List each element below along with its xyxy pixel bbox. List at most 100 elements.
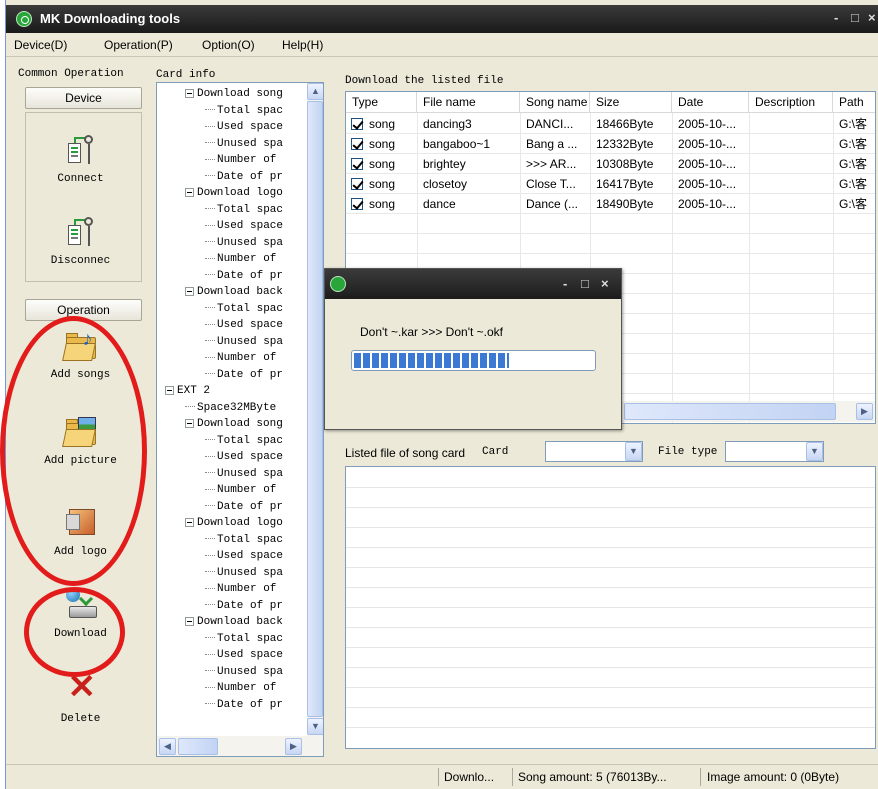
chevron-down-icon[interactable]: ▼ [625, 442, 642, 461]
menu-help[interactable]: Help(H) [282, 38, 323, 52]
tree-connector [205, 323, 215, 325]
tree-leaf[interactable]: Used space [205, 647, 283, 664]
row-checkbox[interactable] [351, 198, 363, 210]
tree-leaf[interactable]: Number of [205, 581, 276, 598]
table-cell-size: 10308Byte [596, 157, 654, 171]
add-picture-tool[interactable]: Add picture [17, 415, 144, 467]
tree-leaf[interactable]: Total spac [205, 532, 283, 549]
tree-leaf[interactable]: Date of pr [205, 598, 283, 615]
device-button[interactable]: Device [25, 87, 142, 109]
dialog-close-button[interactable]: × [601, 276, 609, 291]
tree-leaf[interactable]: Unused spa [205, 136, 283, 153]
tree-node[interactable]: EXT 2 [165, 383, 210, 400]
tree-leaf[interactable]: Number of [205, 350, 276, 367]
row-checkbox[interactable] [351, 178, 363, 190]
tree-node[interactable]: Download back [185, 284, 283, 301]
tree-leaf[interactable]: Number of [205, 680, 276, 697]
table-row[interactable]: song brightey >>> AR... 10308Byte 2005-10-..… [346, 154, 875, 174]
scroll-left-icon[interactable]: ◀ [159, 738, 176, 755]
tree-leaf[interactable]: Unused spa [205, 235, 283, 252]
tree-node[interactable]: Download logo [185, 515, 283, 532]
column-header[interactable]: Date [672, 92, 749, 113]
collapse-icon[interactable] [185, 88, 194, 98]
song-card-file-list[interactable] [345, 466, 876, 749]
tree-leaf[interactable]: Date of pr [205, 367, 283, 384]
progress-message: Don't ~.kar >>> Don't ~.okf [360, 325, 503, 339]
common-operation-heading: Common Operation [18, 68, 124, 80]
maximize-button[interactable]: □ [851, 10, 859, 25]
tree-node[interactable]: Download song [185, 86, 283, 103]
column-header[interactable]: File name [417, 92, 520, 113]
row-checkbox[interactable] [351, 118, 363, 130]
collapse-icon[interactable] [185, 286, 194, 296]
tree-leaf[interactable]: Date of pr [205, 268, 283, 285]
tree-leaf[interactable]: Used space [205, 548, 283, 565]
add-songs-tool[interactable]: ♪ Add songs [17, 329, 144, 381]
card-select[interactable]: ▼ [545, 441, 643, 462]
tree-leaf[interactable]: Number of [205, 152, 276, 169]
tree-leaf[interactable]: Number of [205, 251, 276, 268]
column-header[interactable]: Size [590, 92, 672, 113]
scroll-right-icon[interactable]: ▶ [856, 403, 873, 420]
tree-node[interactable]: Download logo [185, 185, 283, 202]
tree-leaf[interactable]: Date of pr [205, 697, 283, 714]
tree-leaf[interactable]: Total spac [205, 301, 283, 318]
chevron-down-icon[interactable]: ▼ [806, 442, 823, 461]
tree-leaf[interactable]: Unused spa [205, 466, 283, 483]
connect-tool[interactable]: Connect [17, 133, 144, 185]
tree-hscroll-thumb[interactable] [178, 738, 218, 755]
scroll-up-icon[interactable]: ▲ [307, 83, 323, 100]
disconnect-tool[interactable]: Disconnec [17, 215, 144, 267]
row-checkbox[interactable] [351, 138, 363, 150]
menu-operation[interactable]: Operation(P) [104, 38, 173, 52]
column-header[interactable]: Path [833, 92, 875, 113]
tree-leaf[interactable]: Unused spa [205, 565, 283, 582]
tree-leaf[interactable]: Used space [205, 317, 283, 334]
menu-device[interactable]: Device(D) [14, 38, 67, 52]
table-cell-type: song [346, 194, 417, 214]
collapse-icon[interactable] [185, 418, 194, 428]
tree-leaf[interactable]: Total spac [205, 433, 283, 450]
tree-leaf[interactable]: Used space [205, 449, 283, 466]
close-button[interactable]: × [868, 10, 876, 25]
minimize-button[interactable]: - [834, 10, 838, 25]
dialog-minimize-button[interactable]: - [563, 276, 567, 291]
tree-node[interactable]: Download song [185, 416, 283, 433]
tree-leaf[interactable]: Number of [205, 482, 276, 499]
tree-leaf[interactable]: Space32MByte [185, 400, 276, 417]
table-row[interactable]: song dancing3 DANCI... 18466Byte 2005-10-...… [346, 114, 875, 134]
table-cell-path: G:\客 [839, 177, 868, 191]
row-checkbox[interactable] [351, 158, 363, 170]
dialog-maximize-button[interactable]: □ [581, 276, 589, 291]
table-row[interactable]: song dance Dance (... 18490Byte 2005-10-... G… [346, 194, 875, 214]
collapse-icon[interactable] [185, 187, 194, 197]
collapse-icon[interactable] [185, 517, 194, 527]
collapse-icon[interactable] [185, 616, 194, 626]
operation-button[interactable]: Operation [25, 299, 142, 321]
column-header[interactable]: Type [346, 92, 417, 113]
add-logo-tool[interactable]: Add logo [17, 506, 144, 558]
tree-leaf[interactable]: Unused spa [205, 664, 283, 681]
tree-leaf[interactable]: Total spac [205, 202, 283, 219]
file-type-select[interactable]: ▼ [725, 441, 824, 462]
download-tool[interactable]: Download [17, 588, 144, 640]
table-row[interactable]: song bangaboo~1 Bang a ... 12332Byte 2005-10… [346, 134, 875, 154]
menu-option[interactable]: Option(O) [202, 38, 255, 52]
tree-leaf[interactable]: Total spac [205, 103, 283, 120]
tree-leaf[interactable]: Used space [205, 218, 283, 235]
delete-tool[interactable]: ✕ Delete [17, 673, 144, 725]
tree-node[interactable]: Download back [185, 614, 283, 631]
tree-scroll-thumb[interactable] [307, 101, 323, 717]
tree-leaf[interactable]: Used space [205, 119, 283, 136]
tree-leaf[interactable]: Date of pr [205, 169, 283, 186]
table-hscroll-thumb[interactable] [624, 403, 836, 420]
column-header[interactable]: Song name [520, 92, 590, 113]
table-row[interactable]: song closetoy Close T... 16417Byte 2005-10-.… [346, 174, 875, 194]
scroll-right-icon[interactable]: ▶ [285, 738, 302, 755]
tree-leaf[interactable]: Total spac [205, 631, 283, 648]
tree-leaf[interactable]: Date of pr [205, 499, 283, 516]
column-header[interactable]: Description [749, 92, 833, 113]
tree-leaf[interactable]: Unused spa [205, 334, 283, 351]
collapse-icon[interactable] [165, 385, 174, 395]
scroll-down-icon[interactable]: ▼ [307, 718, 323, 735]
